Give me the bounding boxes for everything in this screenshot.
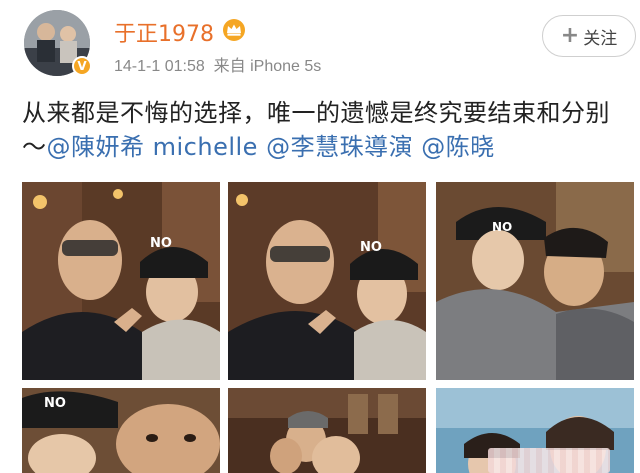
cap-text: NO [44,396,66,411]
mention-link[interactable]: @李慧珠導演 [266,133,413,161]
username[interactable]: 于正1978 [114,16,214,48]
photo-thumbnail-1[interactable]: NO [22,182,220,380]
mention-link[interactable]: @陈晓 [421,133,495,161]
source-prefix: 来自 [213,58,246,75]
mention-link[interactable]: @陳妍希 michelle [47,133,258,161]
follow-label: 关注 [583,28,618,49]
source-device[interactable]: iPhone 5s [250,58,321,75]
verified-v-icon: V [72,56,92,76]
cap-text: NO [360,240,382,255]
post-timestamp[interactable]: 14-1-1 01:58 [114,58,205,75]
blurred-watermark [488,448,610,473]
crown-icon [223,19,245,41]
cap-text: NO [150,236,172,251]
photo-thumbnail-4[interactable]: NO [22,388,220,473]
post-meta: 14-1-1 01:58 来自 iPhone 5s [114,52,321,76]
cap-text: NO [492,220,513,234]
plus-icon: + [560,23,580,48]
post-text: 从来都是不悔的选择，唯一的遗憾是终究要结束和分别～@陳妍希 michelle @… [22,96,622,164]
photo-thumbnail-3[interactable]: NO [436,182,634,380]
photo-thumbnail-2[interactable]: NO [228,182,426,380]
follow-button[interactable]: + 关注 [542,15,636,57]
photo-thumbnail-5[interactable] [228,388,426,473]
